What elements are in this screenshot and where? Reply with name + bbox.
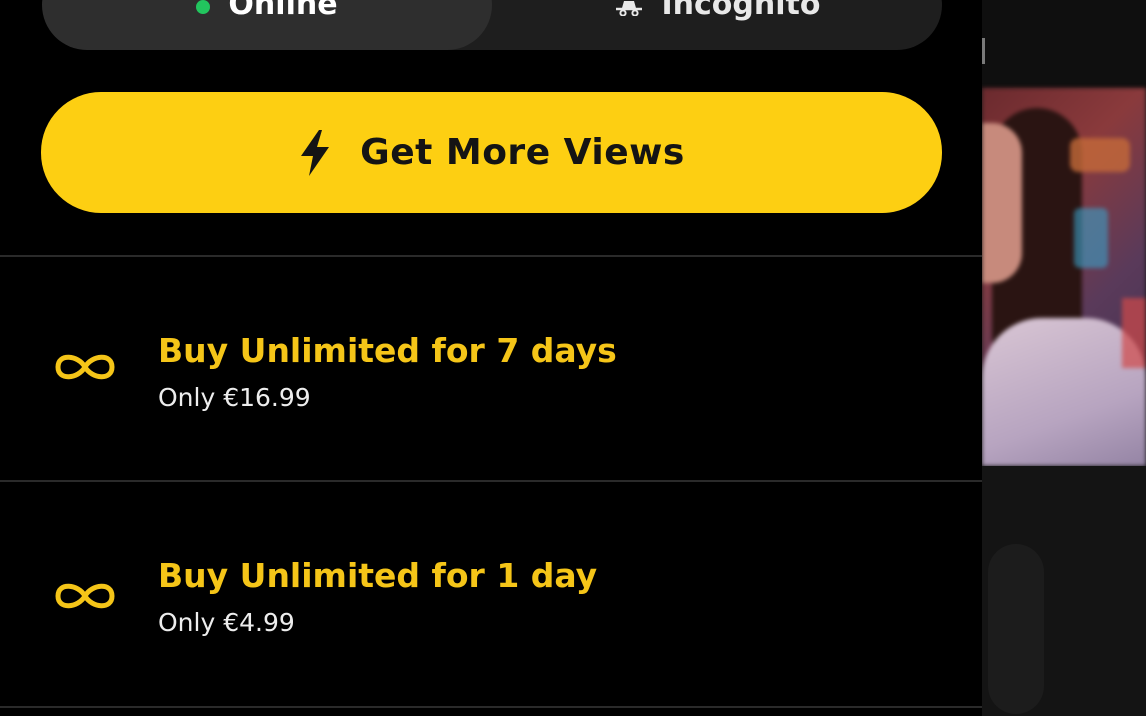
background-divider [982,38,985,64]
video-thumbnail[interactable] [982,88,1146,466]
offer-price: Only €4.99 [158,608,295,637]
online-dot-icon [196,0,211,14]
offer-unlimited-1-day[interactable]: Buy Unlimited for 1 day Only €4.99 [0,482,982,705]
infinity-icon [55,583,115,609]
background-feed [982,0,1146,716]
incognito-icon [615,1,642,16]
lightning-bolt-icon [301,129,330,176]
get-more-views-button[interactable]: Get More Views [41,92,942,213]
offer-title: Buy Unlimited for 1 day [158,556,598,595]
offer-unlimited-7-days[interactable]: Buy Unlimited for 7 days Only €16.99 [0,257,982,480]
background-header [982,0,1146,88]
offer-price: Only €16.99 [158,383,311,412]
divider [0,706,982,708]
status-incognito-option[interactable]: Incognito [492,0,942,50]
status-online-option[interactable]: Online [42,0,492,50]
app-screen: Online Incognito Get More Views Buy Unli… [0,0,1146,716]
status-incognito-label: Incognito [661,0,821,22]
status-toggle: Online Incognito [42,0,942,50]
side-menu-panel: Online Incognito Get More Views Buy Unli… [0,0,982,716]
infinity-icon [55,354,115,380]
background-card [982,466,1146,716]
offer-title: Buy Unlimited for 7 days [158,331,617,370]
get-more-views-label: Get More Views [360,132,685,173]
status-online-label: Online [228,0,338,22]
